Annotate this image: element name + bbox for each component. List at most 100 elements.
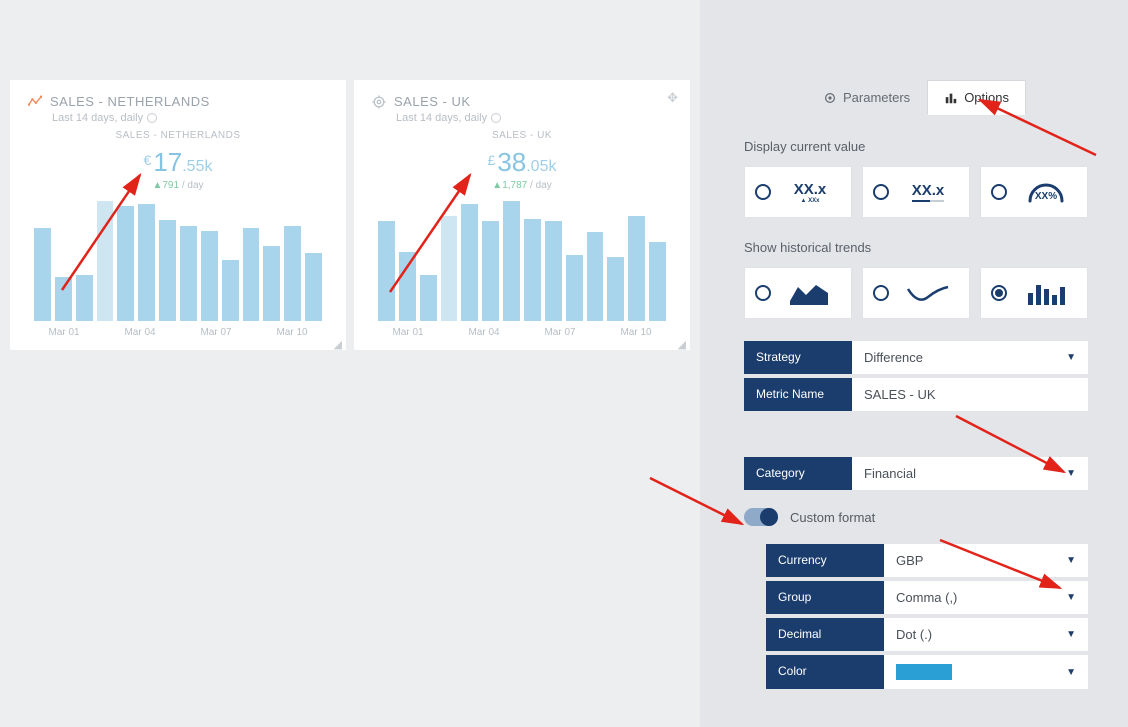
- widget-card-netherlands[interactable]: SALES - NETHERLANDS Last 14 days, daily …: [10, 80, 346, 350]
- axis-label: Mar 07: [524, 327, 596, 338]
- axis-label: Mar 01: [372, 327, 444, 338]
- trend-option-line[interactable]: [862, 267, 970, 319]
- bar: [399, 252, 416, 321]
- chevron-down-icon: ▼: [1066, 629, 1076, 640]
- bar: [117, 206, 134, 321]
- bar: [263, 246, 280, 321]
- svg-text:XX%: XX%: [1035, 191, 1057, 202]
- widget-delta: ▲791 / day: [28, 180, 328, 191]
- group-select[interactable]: Comma (,) ▼: [884, 581, 1088, 614]
- display-option-gauge[interactable]: XX%: [980, 166, 1088, 218]
- bar: [503, 201, 520, 321]
- area-chart-icon: [779, 279, 841, 307]
- chevron-down-icon: ▼: [1066, 555, 1076, 566]
- bar: [180, 226, 197, 321]
- strategy-label: Strategy: [744, 341, 852, 374]
- widget-title: SALES - NETHERLANDS: [50, 94, 210, 109]
- bars-icon: [944, 91, 958, 105]
- widget-value: €17.55k: [28, 147, 328, 178]
- bar: [34, 228, 51, 321]
- widget-delta: ▲1,787 / day: [372, 180, 672, 191]
- tab-parameters[interactable]: Parameters: [806, 80, 927, 115]
- bar: [305, 253, 322, 321]
- trend-option-bars[interactable]: [980, 267, 1088, 319]
- currency-select[interactable]: GBP ▼: [884, 544, 1088, 577]
- axis-label: Mar 01: [28, 327, 100, 338]
- bar: [607, 257, 624, 321]
- metric-label: Metric Name: [744, 378, 852, 411]
- bar: [482, 221, 499, 321]
- resize-handle-icon[interactable]: ◢: [334, 342, 342, 348]
- value-plain-icon: XX.x▲ XXx: [779, 181, 841, 204]
- options-sidebar: Parameters Options Display current value…: [700, 0, 1128, 727]
- bar: [159, 220, 176, 321]
- widget-card-uk[interactable]: ✥ SALES - UK Last 14 days, daily SALES -…: [354, 80, 690, 350]
- bar: [420, 275, 437, 321]
- chevron-down-icon: ▼: [1066, 592, 1076, 603]
- radio-icon: [991, 184, 1007, 200]
- axis-label: Mar 07: [180, 327, 252, 338]
- color-select[interactable]: ▼: [884, 655, 1088, 689]
- axis-label: Mar 10: [600, 327, 672, 338]
- bar: [441, 216, 458, 321]
- bar-chart-icon: [1015, 279, 1077, 307]
- radio-icon: [991, 285, 1007, 301]
- widget-subtitle: Last 14 days, daily: [396, 112, 487, 124]
- bar-chart: [28, 201, 328, 321]
- main-canvas: SALES - NETHERLANDS Last 14 days, daily …: [0, 0, 700, 727]
- bar-chart: [372, 201, 672, 321]
- chevron-down-icon: ▼: [1066, 468, 1076, 479]
- bar: [524, 219, 541, 321]
- bar: [284, 226, 301, 321]
- gauge-icon: XX%: [1015, 175, 1077, 209]
- radio-icon: [755, 184, 771, 200]
- gear-icon: [823, 91, 837, 105]
- chart-axis: Mar 01 Mar 04 Mar 07 Mar 10: [372, 327, 672, 338]
- custom-format-label: Custom format: [790, 510, 875, 525]
- axis-label: Mar 10: [256, 327, 328, 338]
- currency-label: Currency: [766, 544, 884, 577]
- bar: [461, 204, 478, 321]
- display-option-underline[interactable]: XX.x: [862, 166, 970, 218]
- bar: [55, 277, 72, 321]
- globe-icon: [147, 113, 157, 123]
- widget-title: SALES - UK: [394, 94, 471, 109]
- category-select[interactable]: Financial ▼: [852, 457, 1088, 490]
- bar: [378, 221, 395, 321]
- zigzag-icon: [28, 95, 42, 109]
- bar: [201, 231, 218, 321]
- metric-input[interactable]: SALES - UK: [852, 378, 1088, 411]
- widget-subtitle: Last 14 days, daily: [52, 112, 143, 124]
- radio-icon: [873, 285, 889, 301]
- group-label: Group: [766, 581, 884, 614]
- resize-handle-icon[interactable]: ◢: [678, 342, 686, 348]
- display-current-label: Display current value: [744, 139, 1088, 154]
- strategy-select[interactable]: Difference ▼: [852, 341, 1088, 374]
- show-trends-label: Show historical trends: [744, 240, 1088, 255]
- bar: [97, 201, 114, 321]
- axis-label: Mar 04: [448, 327, 520, 338]
- bar: [222, 260, 239, 321]
- bar: [545, 221, 562, 321]
- category-label: Category: [744, 457, 852, 490]
- decimal-label: Decimal: [766, 618, 884, 651]
- chevron-down-icon: ▼: [1066, 352, 1076, 363]
- chart-axis: Mar 01 Mar 04 Mar 07 Mar 10: [28, 327, 328, 338]
- line-chart-icon: [897, 279, 959, 307]
- radio-icon: [873, 184, 889, 200]
- tab-options[interactable]: Options: [927, 80, 1026, 115]
- display-option-plain[interactable]: XX.x▲ XXx: [744, 166, 852, 218]
- bar: [587, 232, 604, 321]
- bar: [138, 204, 155, 321]
- trend-option-area[interactable]: [744, 267, 852, 319]
- bar: [628, 216, 645, 321]
- axis-label: Mar 04: [104, 327, 176, 338]
- decimal-select[interactable]: Dot (.) ▼: [884, 618, 1088, 651]
- widget-value: £38.05k: [372, 147, 672, 178]
- bar: [649, 242, 666, 321]
- drag-handle-icon[interactable]: ✥: [667, 90, 678, 106]
- value-bar-icon: XX.x: [897, 182, 959, 202]
- bar: [566, 255, 583, 321]
- custom-format-toggle[interactable]: [744, 508, 778, 526]
- color-swatch: [896, 664, 952, 680]
